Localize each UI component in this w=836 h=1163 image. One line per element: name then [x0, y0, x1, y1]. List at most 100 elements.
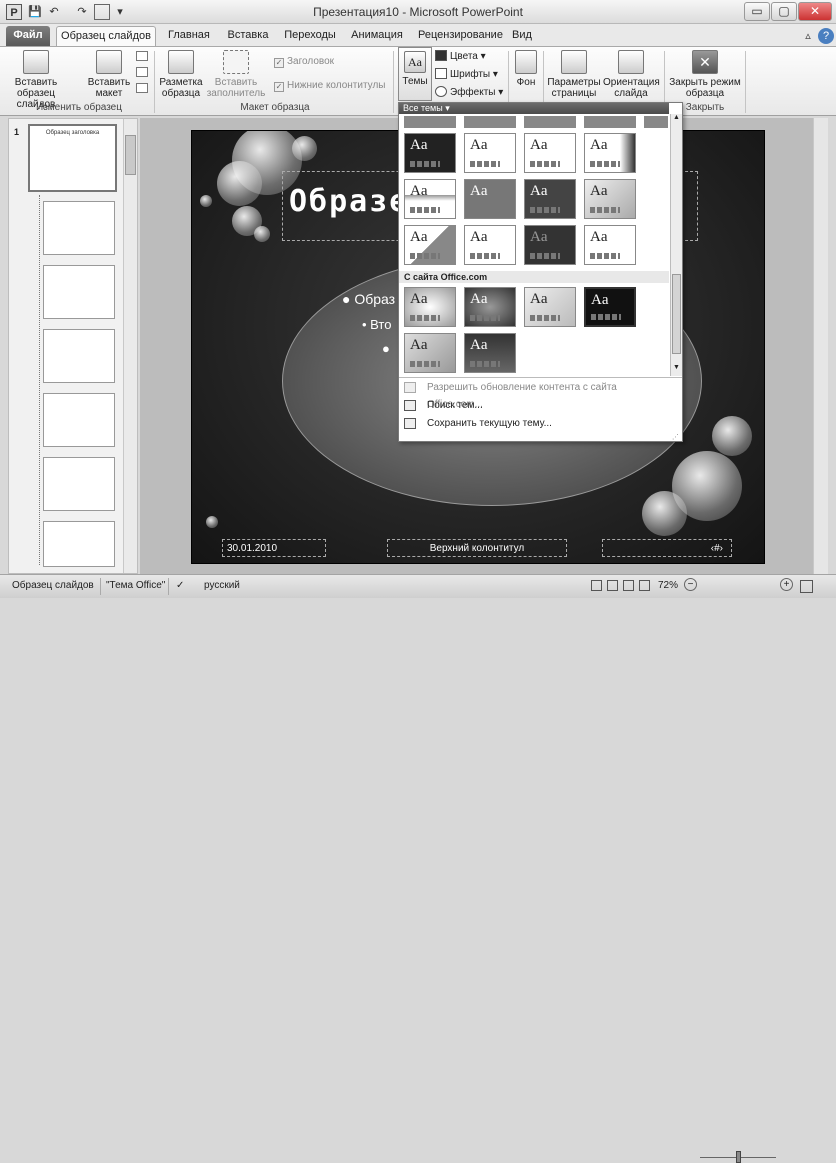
slide-thumbnail-layout[interactable]	[43, 201, 115, 255]
menu-browse-themes[interactable]: Поиск тем...	[399, 397, 669, 414]
theme-color-bars	[470, 207, 500, 213]
reading-view-icon[interactable]	[623, 580, 634, 591]
slide-thumbnail-master[interactable]: Образец заголовка	[28, 124, 117, 192]
zoom-out-button[interactable]: −	[684, 578, 697, 591]
zoom-level[interactable]: 72%	[658, 580, 678, 591]
tab-animations[interactable]: Анимация	[346, 26, 408, 46]
theme-thumbnail[interactable]: Aa	[404, 133, 456, 173]
insert-master-icon	[23, 50, 49, 74]
slide-number-placeholder[interactable]: ‹#›	[602, 539, 732, 557]
scrollbar-thumb[interactable]	[672, 274, 681, 354]
master-layout-button[interactable]: Разметка образца	[158, 50, 204, 99]
menu-save-current-theme[interactable]: Сохранить текущую тему...	[399, 415, 669, 432]
theme-thumbnail[interactable]: Aa	[404, 333, 456, 373]
zoom-slider-thumb[interactable]	[736, 1151, 741, 1163]
title-checkbox[interactable]: ✓ Заголовок	[274, 56, 334, 68]
theme-thumbnail[interactable]: Aa	[524, 225, 576, 265]
tab-home[interactable]: Главная	[164, 26, 210, 46]
slide-thumbnail-layout[interactable]	[43, 329, 115, 383]
colors-button[interactable]: Цвета ▾	[435, 50, 486, 62]
normal-view-icon[interactable]	[591, 580, 602, 591]
effects-button[interactable]: Эффекты ▾	[435, 86, 503, 98]
rename-icon[interactable]	[136, 67, 148, 77]
theme-thumbnail[interactable]: Aa	[524, 133, 576, 173]
menu-separator	[399, 377, 682, 378]
decor-bubble	[206, 516, 218, 528]
theme-thumbnail[interactable]: Aa	[524, 179, 576, 219]
scroll-down-icon[interactable]: ▼	[671, 364, 682, 376]
theme-thumbnail[interactable]: Aa	[464, 133, 516, 173]
menu-enable-office-updates[interactable]: Разрешить обновление контента с сайта Of…	[399, 379, 669, 410]
resize-grip-icon[interactable]: ⋰	[672, 433, 680, 441]
theme-thumbnail[interactable]: Aa	[584, 133, 636, 173]
theme-color-bars	[530, 161, 560, 167]
tab-review[interactable]: Рецензирование	[414, 26, 504, 46]
office-update-icon	[404, 382, 416, 393]
preserve-icon[interactable]	[136, 83, 148, 93]
slide-thumbnail-layout[interactable]	[43, 521, 115, 567]
tab-file[interactable]: Файл	[6, 26, 50, 46]
page-setup-label: Параметры страницы	[547, 77, 601, 99]
theme-thumbnail-selected[interactable]: Aa	[584, 287, 636, 327]
theme-thumbnail[interactable]: Aa	[464, 179, 516, 219]
slide-sorter-icon[interactable]	[607, 580, 618, 591]
theme-thumbnail[interactable]: Aa	[524, 287, 576, 327]
all-themes-header[interactable]: Все темы ▾	[399, 103, 669, 114]
browse-themes-icon	[404, 400, 416, 411]
status-theme-name: "Тема Office"	[106, 580, 166, 591]
footer-placeholder[interactable]: Верхний колонтитул	[387, 539, 567, 557]
page-setup-button[interactable]: Параметры страницы	[546, 50, 602, 99]
background-button[interactable]: Фон	[512, 50, 540, 88]
fit-slide-icon[interactable]	[800, 580, 813, 593]
status-language[interactable]: русский	[204, 580, 240, 591]
theme-thumbnail[interactable]: Aa	[584, 179, 636, 219]
minimize-button[interactable]: ▭	[744, 2, 770, 21]
theme-thumbnail[interactable]: Aa	[404, 287, 456, 327]
insert-layout-button[interactable]: Вставить макет	[86, 50, 132, 99]
thumbnails-scrollbar[interactable]	[123, 119, 137, 573]
maximize-button[interactable]: ▢	[771, 2, 797, 21]
editor-scrollbar[interactable]	[813, 118, 828, 574]
delete-icon[interactable]	[136, 51, 148, 61]
themes-button[interactable]: Aa Темы	[398, 47, 432, 101]
scrollbar-thumb[interactable]	[125, 135, 136, 175]
close-button[interactable]: ✕	[798, 2, 832, 21]
tab-view[interactable]: Вид	[508, 26, 534, 46]
minimize-ribbon-icon[interactable]: ▵	[800, 28, 816, 44]
colors-label: Цвета	[450, 51, 478, 62]
insert-placeholder-button[interactable]: Вставить заполнитель	[206, 50, 266, 99]
theme-color-bars	[470, 361, 500, 367]
theme-thumbnail[interactable]: Aa	[464, 287, 516, 327]
theme-thumbnail[interactable]: Aa	[404, 179, 456, 219]
tab-insert[interactable]: Вставка	[220, 26, 276, 46]
theme-thumbnail[interactable]: Aa	[584, 225, 636, 265]
theme-thumbnail[interactable]: Aa	[464, 333, 516, 373]
scroll-up-icon[interactable]: ▲	[671, 114, 682, 126]
tab-transitions[interactable]: Переходы	[280, 26, 340, 46]
group-separator	[745, 51, 746, 113]
theme-color-bars	[410, 207, 440, 213]
zoom-in-button[interactable]: +	[780, 578, 793, 591]
fonts-button[interactable]: Шрифты ▾	[435, 68, 498, 80]
footers-checkbox[interactable]: ✓ Нижние колонтитулы	[274, 80, 385, 92]
insert-slide-master-button[interactable]: Вставить образец слайдов	[8, 50, 64, 110]
window-title: Презентация10 - Microsoft PowerPoint	[313, 5, 523, 19]
spellcheck-icon[interactable]: ✓	[176, 580, 184, 591]
theme-thumbnail[interactable]: Aa	[464, 225, 516, 265]
slide-thumbnail-layout[interactable]	[43, 393, 115, 447]
help-icon[interactable]: ?	[818, 28, 834, 44]
date-placeholder[interactable]: 30.01.2010	[222, 539, 326, 557]
close-master-view-button[interactable]: ✕ Закрыть режим образца	[667, 50, 743, 99]
slide-thumbnail-layout[interactable]	[43, 457, 115, 511]
master-layout-label: Разметка образца	[159, 77, 203, 99]
slide-thumbnail-layout[interactable]	[43, 265, 115, 319]
slide-orientation-button[interactable]: Ориентация слайда	[603, 50, 660, 99]
slideshow-icon[interactable]	[639, 580, 650, 591]
theme-thumbnail[interactable]: Aa	[404, 225, 456, 265]
fonts-label: Шрифты	[450, 69, 491, 80]
gallery-scrollbar[interactable]: ▲ ▼	[670, 114, 682, 376]
theme-color-bars	[530, 207, 560, 213]
tab-slide-master[interactable]: Образец слайдов	[56, 26, 156, 46]
theme-label: Aa	[470, 337, 488, 353]
theme-color-bars	[410, 361, 440, 367]
